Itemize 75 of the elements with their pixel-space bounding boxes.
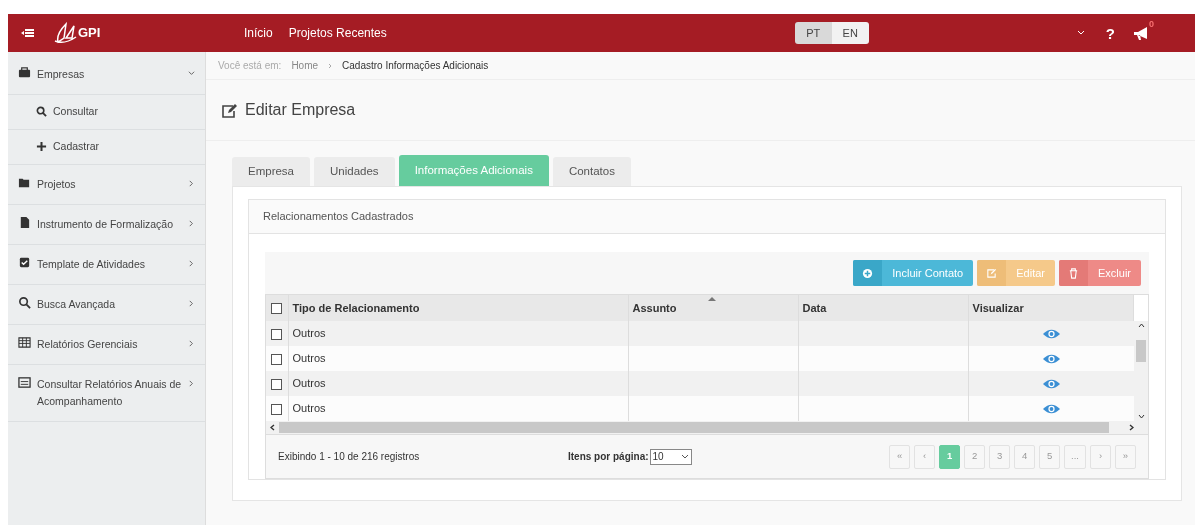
sidebar-item[interactable]: Template de Atividades xyxy=(8,244,205,285)
scroll-thumb[interactable] xyxy=(1136,340,1147,362)
eye-icon[interactable] xyxy=(1041,328,1061,341)
plus-circle-icon xyxy=(862,267,874,279)
per-page-select[interactable]: 10 xyxy=(649,448,692,465)
horizontal-scrollbar[interactable] xyxy=(266,421,1148,434)
table-cell: Outros xyxy=(292,402,326,415)
list-icon xyxy=(18,375,31,389)
page-title: Editar Empresa xyxy=(245,100,356,120)
megaphone-icon[interactable] xyxy=(1132,25,1150,41)
column-label: Data xyxy=(802,301,827,314)
scroll-down-icon[interactable] xyxy=(1137,414,1145,419)
sail-logo-icon xyxy=(54,22,78,44)
nav-link[interactable]: Projetos Recentes xyxy=(288,24,387,42)
scroll-thumb[interactable] xyxy=(279,422,1109,433)
breadcrumb-link[interactable]: Home xyxy=(291,58,319,73)
scroll-up-icon[interactable] xyxy=(1137,323,1145,328)
checkbox[interactable] xyxy=(271,403,283,415)
breadcrumb-current: Cadastro Informações Adicionais xyxy=(342,59,489,73)
breadcrumb-label: Você está em: xyxy=(218,59,282,73)
table-cell: Outros xyxy=(292,377,326,390)
document-icon xyxy=(18,215,31,229)
column-label: Visualizar xyxy=(972,301,1024,314)
sidebar-item[interactable]: Instrumento de Formalização xyxy=(8,204,205,245)
checkbox[interactable] xyxy=(271,303,283,315)
language-button[interactable]: PT xyxy=(794,22,832,44)
sidebar-item[interactable]: Empresas xyxy=(8,55,205,95)
table-cell: Outros xyxy=(292,327,326,340)
table-icon xyxy=(18,335,31,349)
items-per-page-label: Itens por página: xyxy=(568,450,649,464)
column-label: Assunto xyxy=(632,301,677,314)
table-row[interactable]: Outros xyxy=(266,371,1134,396)
checkbox[interactable] xyxy=(271,353,283,365)
menu-collapse-icon[interactable] xyxy=(21,28,34,38)
edit-icon xyxy=(986,267,998,279)
scroll-right-icon[interactable] xyxy=(1129,424,1134,431)
trash-icon xyxy=(1068,267,1079,279)
zoom-in-icon xyxy=(18,295,31,309)
briefcase-icon xyxy=(18,66,31,79)
help-icon[interactable]: ? xyxy=(1105,25,1115,41)
tab[interactable]: Contatos xyxy=(552,157,631,186)
sidebar-item[interactable]: Consultar Relatórios Anuais de Acompanhamento xyxy=(8,364,205,422)
sidebar-item[interactable]: Projetos xyxy=(8,164,205,205)
eye-icon[interactable] xyxy=(1041,378,1061,391)
search-icon xyxy=(36,106,47,118)
chevron-down-icon[interactable] xyxy=(1076,30,1085,36)
checkbox-icon xyxy=(18,255,31,269)
eye-icon[interactable] xyxy=(1041,353,1061,366)
sidebar-item[interactable]: Busca Avançada xyxy=(8,284,205,325)
checkbox[interactable] xyxy=(271,328,283,340)
vertical-scrollbar[interactable] xyxy=(1134,321,1148,421)
sidebar-subitem[interactable]: Consultar xyxy=(8,95,205,130)
table-row[interactable]: Outros xyxy=(266,396,1134,421)
sort-ascending-icon[interactable] xyxy=(707,297,716,301)
tab[interactable]: Empresa xyxy=(232,157,311,186)
app-name: GPI xyxy=(78,24,101,43)
scroll-left-icon[interactable] xyxy=(270,424,275,431)
checkbox[interactable] xyxy=(271,378,283,390)
sidebar-item[interactable]: Relatórios Gerenciais xyxy=(8,324,205,365)
table-cell: Outros xyxy=(292,352,326,365)
breadcrumb-separator-icon xyxy=(328,62,333,69)
language-button[interactable]: EN xyxy=(831,22,869,44)
table-row[interactable]: Outros xyxy=(266,346,1134,371)
notification-count: 0 xyxy=(1148,17,1154,31)
nav-link[interactable]: Início xyxy=(244,24,273,42)
edit-icon xyxy=(221,102,237,118)
tab[interactable]: Unidades xyxy=(314,157,395,186)
plus-icon xyxy=(36,141,47,153)
table-row[interactable]: Outros xyxy=(266,321,1134,346)
column-label: Tipo de Relacionamento xyxy=(292,301,420,314)
chevron-down-icon xyxy=(680,454,689,459)
panel-title: Relacionamentos Cadastrados xyxy=(249,200,1165,234)
eye-icon[interactable] xyxy=(1041,403,1061,416)
sidebar-subitem[interactable]: Cadastrar xyxy=(8,129,205,165)
record-summary: Exibindo 1 - 10 de 216 registros xyxy=(278,450,421,464)
